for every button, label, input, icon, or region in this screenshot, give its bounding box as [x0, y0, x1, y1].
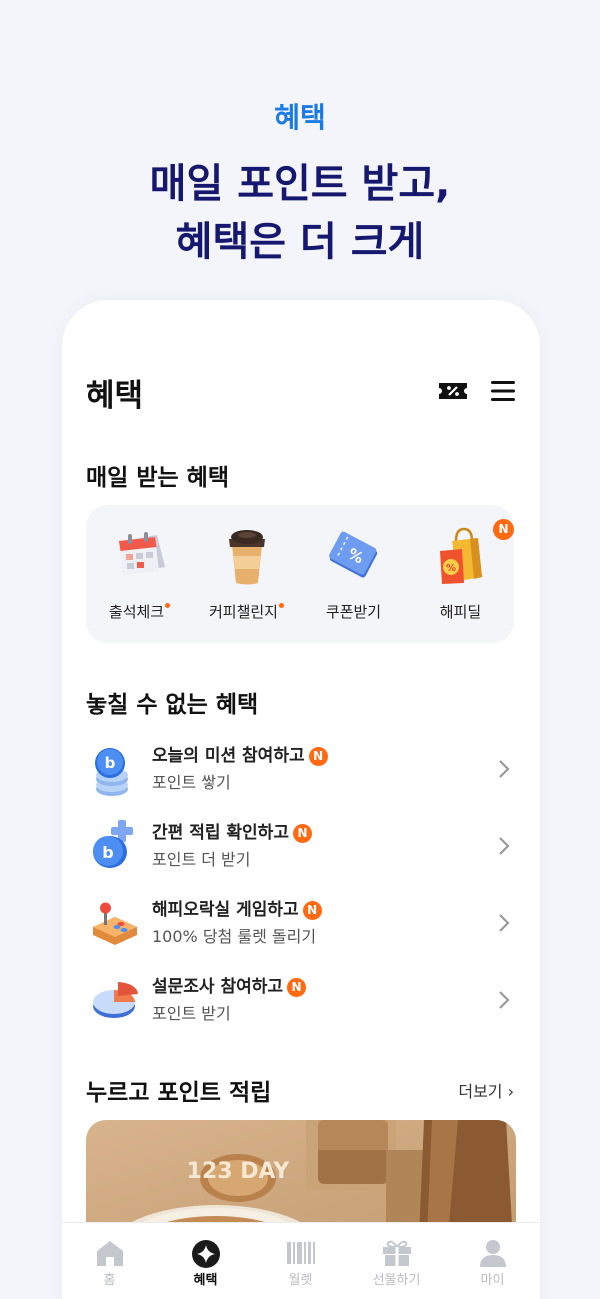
pie-chart-icon [93, 982, 139, 1018]
barcode-icon [287, 1242, 315, 1264]
mission-title: 해피오락실 게임하고 N [152, 895, 322, 920]
tab-label: 선물하기 [372, 1273, 421, 1288]
home-icon [97, 1241, 123, 1266]
daily-item-coupon[interactable]: % 쿠폰받기 [300, 505, 407, 643]
menu-icon[interactable] [490, 378, 520, 404]
daily-item-happydeal[interactable]: % N 해피딜 [407, 505, 514, 643]
banner-text: 123 DAY [187, 1159, 291, 1184]
tab-wallet[interactable]: 월렛 [253, 1223, 348, 1299]
chevron-right-icon [499, 914, 510, 932]
point-plus-icon: b [93, 820, 133, 868]
mission-subtitle: 100% 당첨 룰렛 돌리기 [152, 927, 317, 946]
bottom-tab-bar: 홈 혜택 월렛 선물하기 마이 [62, 1222, 540, 1299]
svg-text:b: b [102, 843, 113, 862]
shopping-bag-icon: % [440, 527, 482, 584]
page-title: 혜택 [86, 378, 144, 414]
svg-text:%: % [446, 563, 456, 574]
mission-subtitle: 포인트 쌓기 [152, 773, 231, 792]
svg-text:b: b [105, 754, 116, 772]
tab-my[interactable]: 마이 [445, 1223, 540, 1299]
promo-headline-line1: 매일 포인트 받고, [149, 161, 451, 207]
mission-title: 오늘의 미션 참여하고 N [152, 741, 328, 766]
arcade-joystick-icon [93, 902, 137, 945]
new-dot [165, 603, 171, 608]
daily-section-title: 매일 받는 혜택 [86, 465, 229, 491]
new-badge: N [287, 978, 307, 997]
point-coins-icon: b [95, 748, 128, 796]
phone-screen: 혜택 매일 받는 혜택 출석체크 커피챌린지 % 쿠폰받기 % N 해피딜 놓칠… [62, 300, 540, 1299]
tap-points-section-title: 누르고 포인트 적립 [86, 1080, 272, 1106]
daily-item-attendance[interactable]: 출석체크 [86, 505, 193, 643]
daily-item-coffee[interactable]: 커피챌린지 [193, 505, 300, 643]
mission-row-daily[interactable]: b 오늘의 미션 참여하고 N 포인트 쌓기 [86, 737, 516, 809]
mission-row-survey[interactable]: 설문조사 참여하고 N 포인트 받기 [86, 968, 516, 1040]
new-badge: N [292, 824, 312, 843]
chevron-right-icon [499, 991, 510, 1009]
daily-label: 쿠폰받기 [325, 603, 382, 621]
sparkle-icon [192, 1240, 220, 1268]
missions-section-title: 놓칠 수 없는 혜택 [86, 692, 259, 718]
mission-title: 설문조사 참여하고 N [152, 972, 307, 997]
new-badge: N [493, 519, 514, 540]
new-dot [279, 603, 284, 608]
mission-row-easy-save[interactable]: b 간편 적립 확인하고 N 포인트 더 받기 [86, 814, 516, 886]
person-icon [480, 1240, 506, 1267]
daily-label: 출석체크 [86, 601, 193, 622]
mission-title: 간편 적립 확인하고 N [152, 818, 312, 843]
new-badge: N [302, 901, 322, 920]
mission-subtitle: 포인트 받기 [152, 1004, 231, 1023]
daily-label: 해피딜 [439, 603, 482, 621]
tab-home[interactable]: 홈 [62, 1223, 157, 1299]
promo-tag: 혜택 [274, 101, 326, 134]
new-badge: N [308, 747, 328, 766]
coffee-cup-icon [229, 530, 265, 585]
promo-headline: 매일 포인트 받고, 혜택은 더 크게 [0, 155, 600, 271]
mission-row-arcade[interactable]: 해피오락실 게임하고 N 100% 당첨 룰렛 돌리기 [86, 891, 516, 963]
coupon-icon[interactable] [438, 378, 468, 404]
calendar-icon [119, 532, 165, 575]
tab-label: 혜택 [193, 1273, 218, 1288]
tab-gift[interactable]: 선물하기 [349, 1223, 444, 1299]
coupon-ticket-icon: % [329, 531, 378, 578]
chevron-right-icon [499, 837, 510, 855]
more-link[interactable]: 더보기 › [458, 1078, 514, 1102]
daily-benefits-panel: 출석체크 커피챌린지 % 쿠폰받기 % N 해피딜 [86, 505, 514, 643]
promo-headline-line2: 혜택은 더 크게 [175, 219, 425, 265]
gift-icon [383, 1240, 411, 1266]
tab-label: 마이 [480, 1273, 505, 1288]
mission-subtitle: 포인트 더 받기 [152, 850, 251, 869]
daily-label: 커피챌린지 [193, 601, 300, 622]
tab-label: 월렛 [288, 1273, 313, 1288]
chevron-right-icon [499, 760, 510, 778]
tab-label: 홈 [103, 1273, 116, 1288]
tab-benefits[interactable]: 혜택 [158, 1223, 253, 1299]
